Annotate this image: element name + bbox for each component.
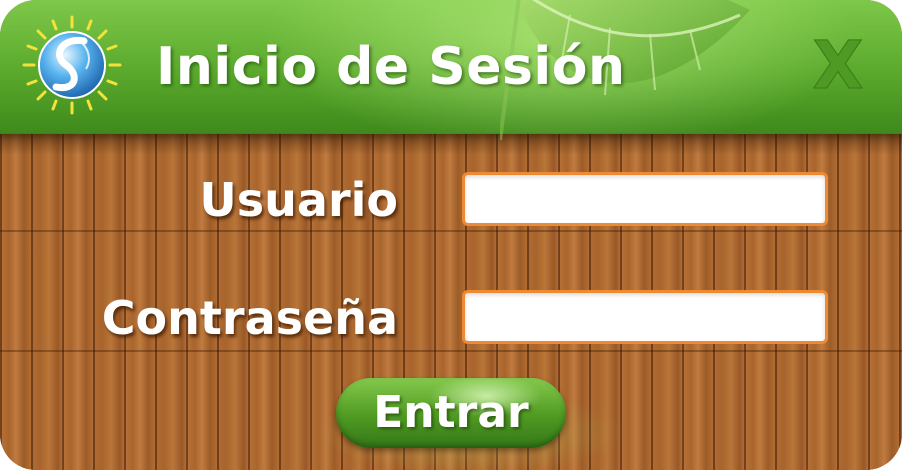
enter-button[interactable]: Entrar — [336, 378, 566, 448]
login-window: Inicio de Sesión X Usuario Contraseña En… — [0, 0, 902, 470]
password-label: Contraseña — [101, 291, 398, 345]
close-button[interactable]: X — [806, 27, 870, 105]
close-label: X — [813, 32, 864, 96]
sun-globe-logo-icon — [22, 15, 122, 115]
title-bar: Inicio de Sesión X — [0, 0, 902, 140]
window-title: Inicio de Sesión — [156, 37, 626, 97]
password-input[interactable] — [462, 290, 828, 344]
username-input[interactable] — [462, 172, 828, 226]
username-label: Usuario — [199, 173, 398, 227]
close-x-icon: X — [812, 27, 864, 105]
